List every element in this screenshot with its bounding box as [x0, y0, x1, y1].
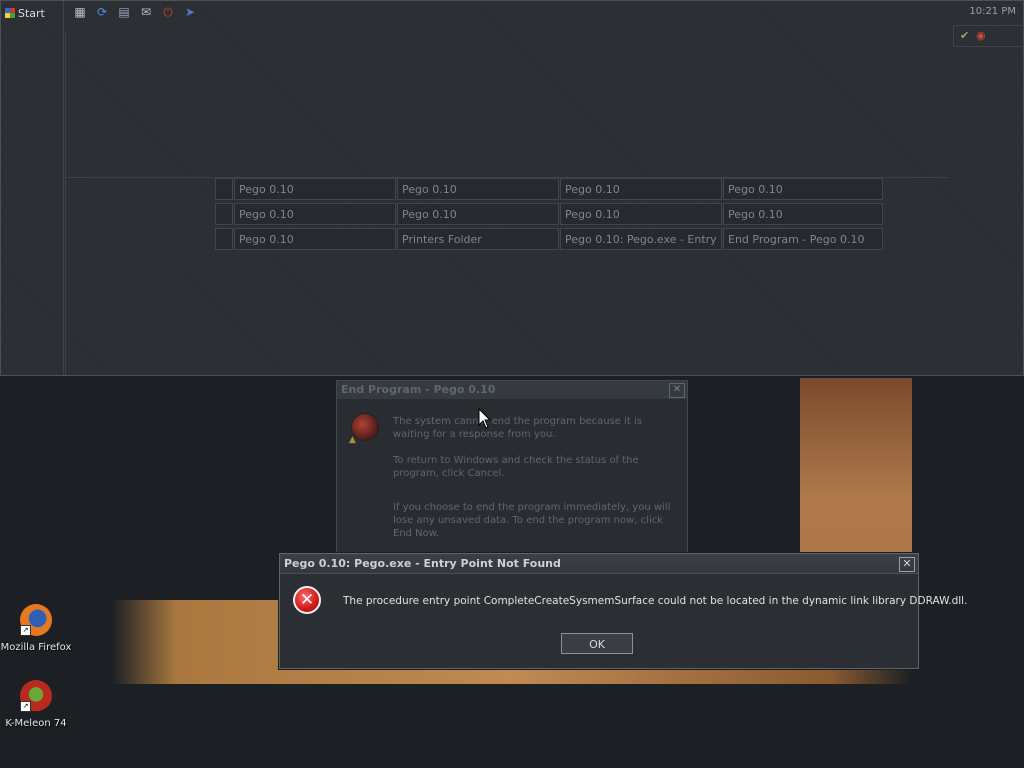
task-button[interactable]: Pego 0.10 [397, 178, 559, 200]
taskbar-divider [65, 31, 66, 375]
mail-icon[interactable]: ✉ [139, 5, 153, 19]
windows-logo-icon [5, 8, 15, 18]
mouse-cursor-icon [478, 408, 492, 429]
quick-launch-bar: ▦ ⟳ ▤ ✉ ⏻ ➤ [73, 5, 197, 23]
end-program-title: End Program - Pego 0.10 [337, 381, 687, 399]
task-button[interactable]: Pego 0.10: Pego.exe - Entry ... [560, 228, 722, 250]
network-tray-icon[interactable]: ✔ [960, 29, 969, 42]
clock[interactable]: 10:21 PM [956, 6, 1016, 22]
task-button[interactable]: Pego 0.10 [560, 178, 722, 200]
ok-button[interactable]: OK [561, 633, 633, 654]
close-icon[interactable]: ✕ [669, 383, 685, 398]
close-icon[interactable]: ✕ [899, 557, 915, 572]
desktop-icon[interactable]: ▦ [73, 5, 87, 19]
desktop-icon-firefox[interactable]: ↗ Mozilla Firefox [0, 604, 76, 653]
start-button[interactable]: Start [5, 6, 57, 22]
task-button[interactable]: Pego 0.10 [234, 203, 396, 225]
kmeleon-icon: ↗ [20, 680, 52, 712]
task-button[interactable]: Pego 0.10 [234, 228, 396, 250]
start-column [1, 1, 64, 375]
entry-point-error-dialog: Pego 0.10: Pego.exe - Entry Point Not Fo… [279, 553, 968, 669]
error-dialog-title: Pego 0.10: Pego.exe - Entry Point Not Fo… [280, 554, 918, 574]
task-button[interactable]: Pego 0.10 [397, 203, 559, 225]
start-label: Start [18, 7, 45, 20]
end-program-dialog: End Program - Pego 0.10 ✕ ▲ The system c… [336, 380, 688, 557]
task-button[interactable]: Printers Folder [397, 228, 559, 250]
task-button-spacer [215, 178, 233, 200]
folder-icon[interactable]: ▤ [117, 5, 131, 19]
shortcut-arrow-icon: ↗ [20, 625, 31, 636]
error-message: The procedure entry point CompleteCreate… [343, 595, 968, 607]
end-program-message: The system cannot end the program becaus… [393, 416, 642, 440]
task-button-spacer [215, 228, 233, 250]
desktop-icon-label: K-Meleon 74 [5, 718, 67, 729]
task-button[interactable]: Pego 0.10 [234, 178, 396, 200]
volume-tray-icon[interactable]: ◉ [976, 29, 986, 42]
task-button[interactable]: Pego 0.10 [560, 203, 722, 225]
taskbar: Start ▦ ⟳ ▤ ✉ ⏻ ➤ 10:21 PM ✔ ◉ Pego 0.10… [0, 0, 1024, 376]
task-button-spacer [215, 203, 233, 225]
task-button[interactable]: Pego 0.10 [723, 178, 883, 200]
system-tray: ✔ ◉ [953, 25, 1022, 47]
end-program-message: To return to Windows and check the statu… [393, 455, 639, 479]
task-button[interactable]: Pego 0.10 [723, 203, 883, 225]
firefox-icon: ↗ [20, 604, 52, 636]
warning-icon: ▲ [349, 435, 356, 445]
task-button[interactable]: End Program - Pego 0.10 [723, 228, 883, 250]
shortcut-arrow-icon: ↗ [20, 701, 31, 712]
power-icon[interactable]: ⏻ [161, 5, 175, 19]
desktop-icon-kmeleon[interactable]: ↗ K-Meleon 74 [0, 680, 76, 729]
end-program-message: If you choose to end the program immedia… [393, 502, 671, 539]
refresh-icon[interactable]: ⟳ [95, 5, 109, 19]
arrow-icon[interactable]: ➤ [183, 5, 197, 19]
desktop-icon-label: Mozilla Firefox [0, 642, 72, 653]
error-icon: ✕ [293, 586, 321, 614]
